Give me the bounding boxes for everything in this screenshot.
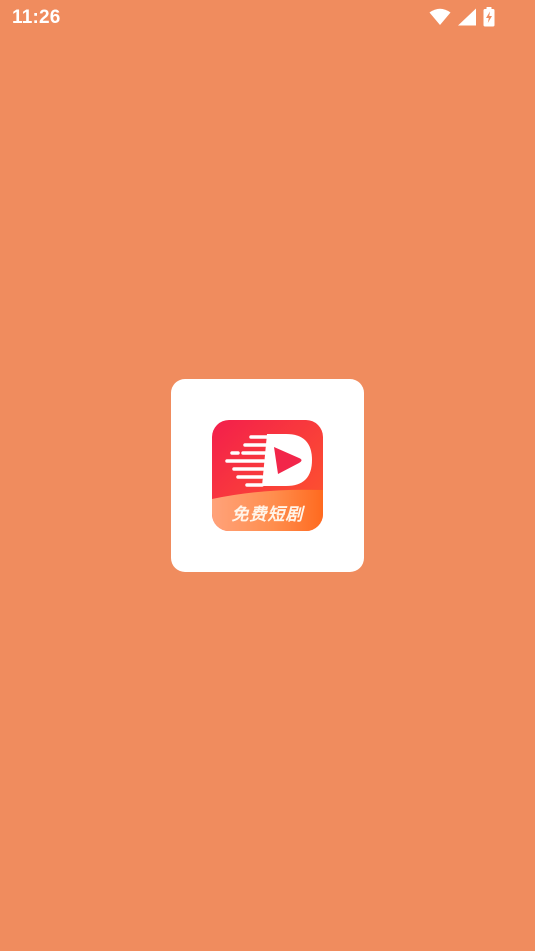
splash-screen: { "status_bar": { "time": "11:26", "icon… xyxy=(0,0,535,951)
app-logo: 免费短剧 xyxy=(212,420,323,531)
status-time: 11:26 xyxy=(12,7,61,28)
splash-logo-card: 免费短剧 xyxy=(171,379,364,572)
status-icons xyxy=(429,7,495,27)
battery-charging-icon xyxy=(483,7,495,27)
cellular-signal-icon xyxy=(457,8,477,26)
wifi-icon xyxy=(429,8,451,26)
logo-caption: 免费短剧 xyxy=(231,505,304,525)
status-bar: 11:26 xyxy=(0,0,535,36)
